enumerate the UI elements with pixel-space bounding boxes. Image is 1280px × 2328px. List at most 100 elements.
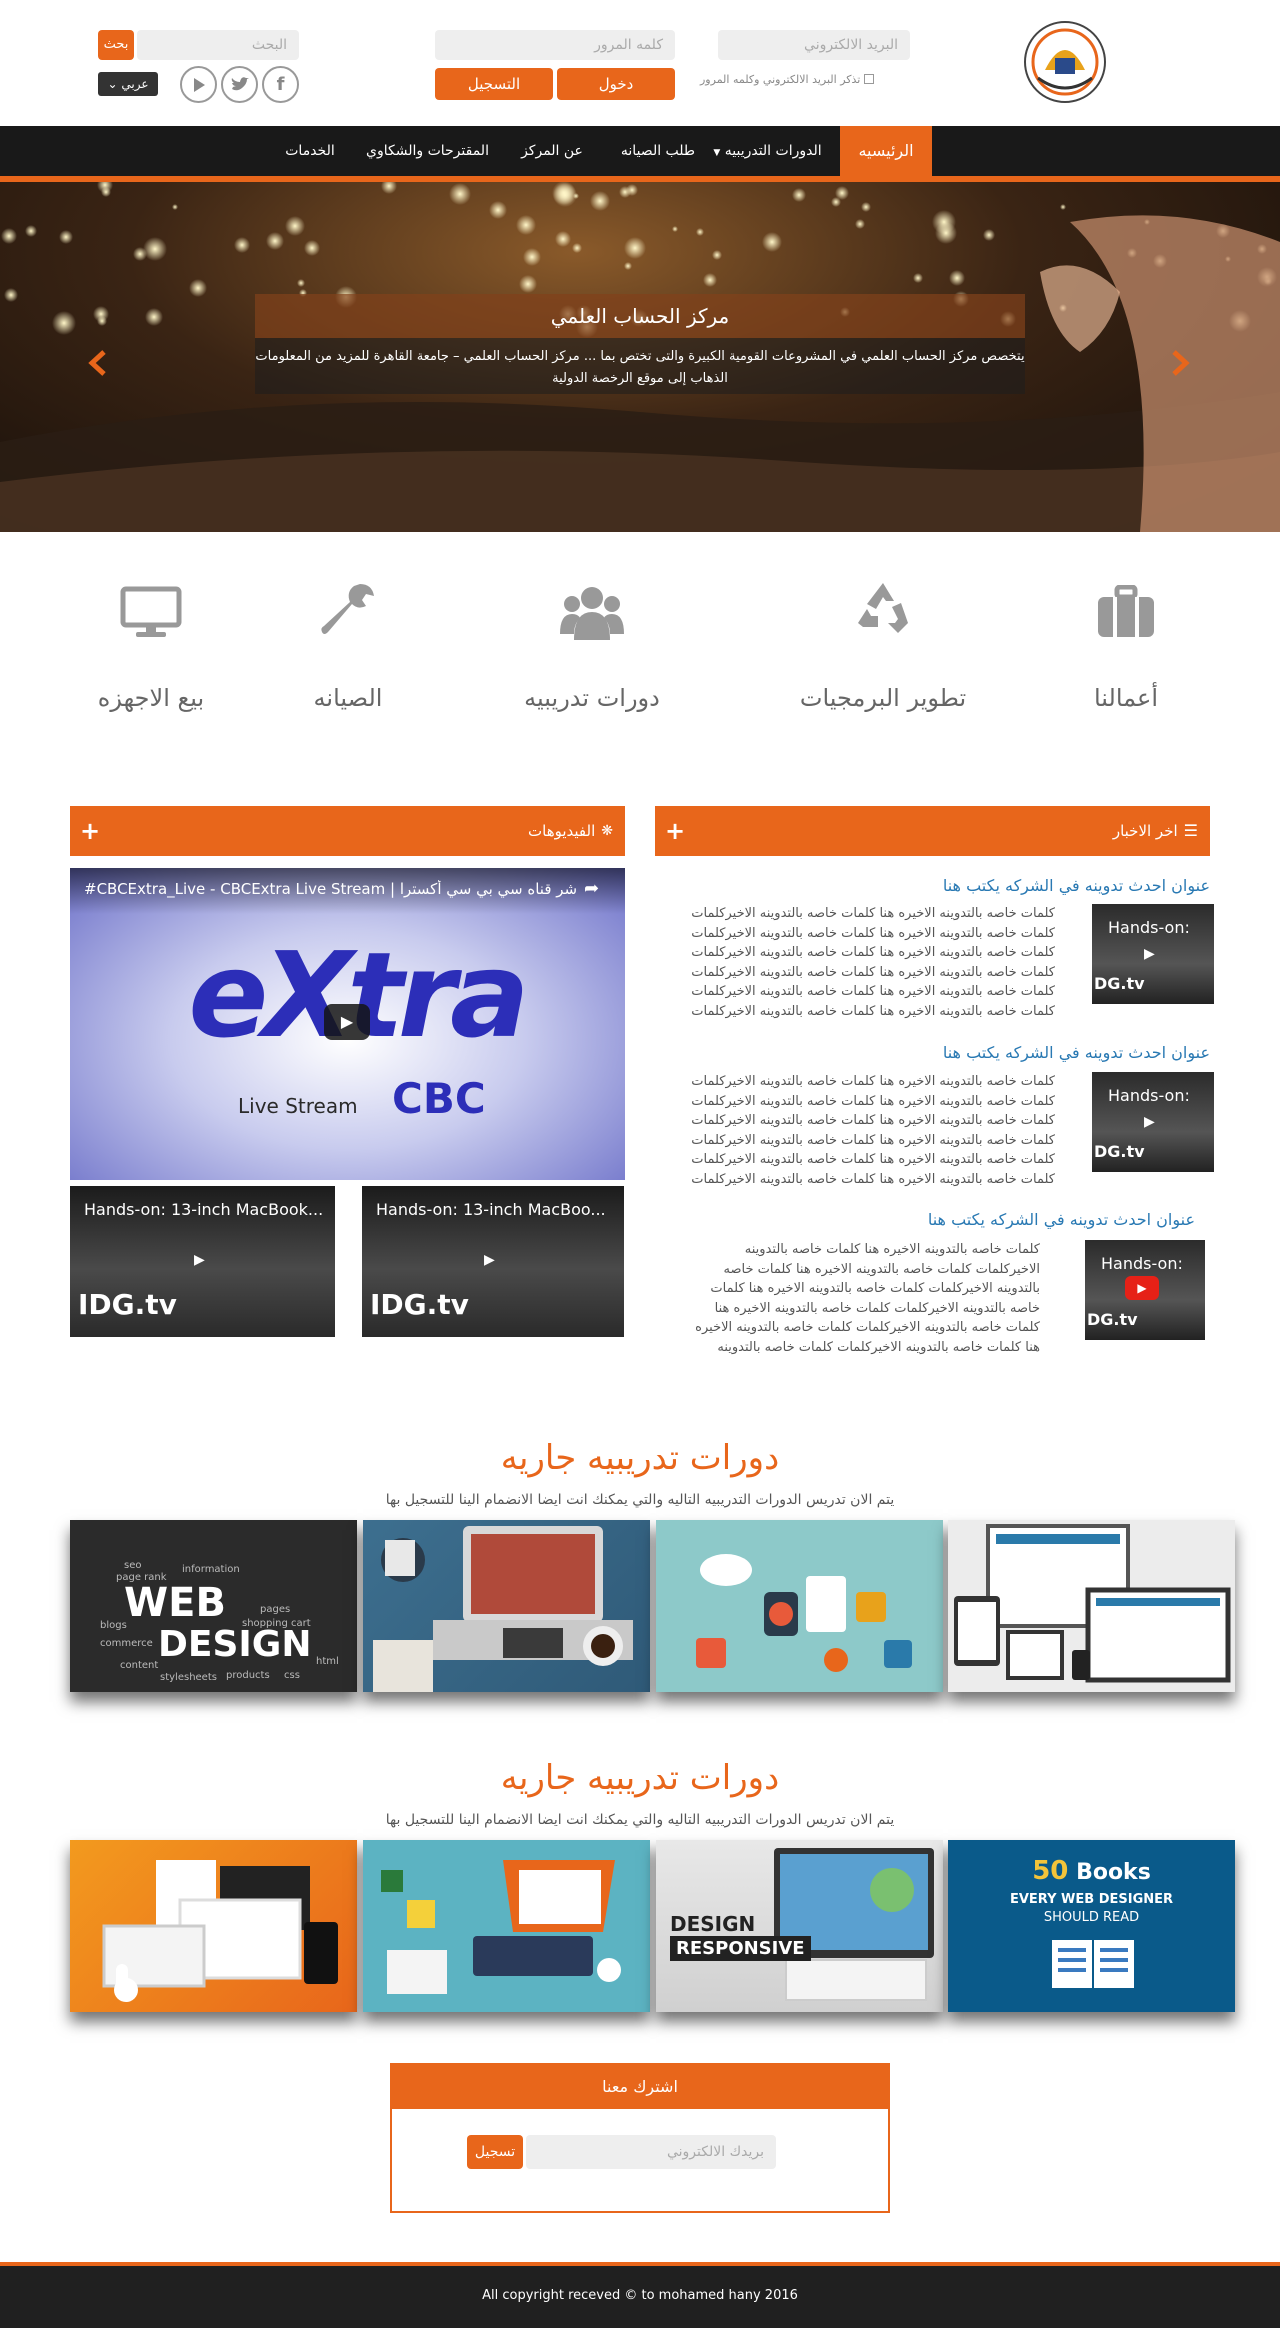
language-select[interactable]: ⌄ عربي: [98, 72, 158, 96]
nav-courses-label: الدورات التدريبيه: [724, 143, 822, 159]
videos-expand-plus-icon[interactable]: +: [80, 806, 100, 856]
course-web-design[interactable]: seo page rank information blogs pages co…: [70, 1520, 357, 1692]
courses-section-title: دورات تدريبيه جاريه: [500, 1438, 780, 1478]
wd-title-1: WEB: [124, 1580, 226, 1626]
hero-bokeh-light: [1060, 204, 1066, 210]
list-icon: ☰: [1183, 821, 1198, 840]
news-item-title[interactable]: عنوان احدث تدوينه في الشركه يكتب هنا: [655, 1210, 1195, 1229]
video-title: Hands-on: 13-inch MacBoo...: [376, 1200, 606, 1219]
youtube-play-icon: ▶: [1125, 1276, 1159, 1300]
thumb-label: Hands-on:: [1108, 1086, 1190, 1105]
login-button[interactable]: دخول: [557, 68, 675, 100]
news-item-text: كلمات خاصه بالتدوينه الاخيره هنا كلمات خ…: [691, 1074, 1055, 1187]
slider-prev-arrow[interactable]: [88, 350, 108, 376]
hero-bokeh-light: [619, 186, 631, 198]
recycle-icon[interactable]: [783, 568, 983, 648]
service-works[interactable]: أعمالنا: [1026, 684, 1226, 712]
course-laptop-workspace[interactable]: [363, 1520, 650, 1692]
nav-about[interactable]: عن المركز: [517, 126, 587, 176]
remember-me[interactable]: تذكر البريد الالكتروني وكلمه المرور: [700, 70, 910, 88]
slider-next-arrow[interactable]: [1170, 350, 1190, 376]
news-item-text: كلمات خاصه بالتدوينه الاخيره هنا كلمات خ…: [695, 1242, 1040, 1355]
hero-bokeh-light: [101, 187, 111, 197]
hero-bokeh-light: [52, 311, 76, 335]
hero-bokeh-light: [555, 231, 571, 247]
hero-title: مركز الحساب العلمي: [550, 304, 730, 328]
course-50-books[interactable]: 50 Books EVERY WEB DESIGNER SHOULD READ: [948, 1840, 1235, 2012]
hero-bokeh-light: [913, 273, 923, 283]
courses-section-subtitle: يتم الان تدريس الدورات التدريبيه التاليه…: [385, 1812, 895, 1828]
twitter-icon[interactable]: [221, 66, 258, 103]
course-design-responsive[interactable]: DESIGN RESPONSIVE: [656, 1840, 943, 2012]
wrench-icon[interactable]: [248, 570, 448, 650]
course-flat-icons[interactable]: [656, 1520, 943, 1692]
open-book-icon: [1052, 1940, 1134, 1988]
thumb-label: Hands-on:: [1108, 918, 1190, 937]
nav-suggestions[interactable]: المقترحات والشكاوي: [360, 126, 495, 176]
hero-bokeh-light: [572, 243, 582, 253]
thumb-play-icon: ▶: [1144, 1114, 1155, 1130]
video-title: Hands-on: 13-inch MacBook...: [84, 1200, 324, 1219]
nav-home[interactable]: الرئيسيه: [840, 126, 932, 176]
remember-checkbox[interactable]: [864, 74, 875, 84]
facebook-icon[interactable]: f: [262, 66, 299, 103]
youtube-icon[interactable]: [180, 66, 217, 103]
news-heading-label: اخر الاخبار: [1112, 822, 1178, 840]
hero-bokeh-light: [489, 201, 507, 219]
course-design-tools[interactable]: [363, 1840, 650, 2012]
site-logo[interactable]: [1020, 18, 1110, 104]
service-devices[interactable]: بيع الاجهزه: [51, 684, 251, 712]
cbc-logo: CBC: [392, 1074, 486, 1123]
footer-copyright: All copyright receved © to mohamed hany …: [482, 2288, 798, 2303]
subscribe-button[interactable]: تسجيل: [467, 2135, 523, 2169]
hero-bokeh-light: [381, 182, 397, 194]
news-item-thumbnail[interactable]: Hands-on: ▶ DG.tv: [1092, 1072, 1214, 1172]
search-button[interactable]: بحث: [98, 30, 134, 60]
subscribe-email-input[interactable]: بريدك الالكتروني: [526, 2135, 776, 2169]
service-maintenance[interactable]: الصيانه: [248, 684, 448, 712]
small-video-player[interactable]: Hands-on: 13-inch MacBook... ▶ IDG.tv: [70, 1186, 335, 1337]
hero-bokeh-light: [304, 240, 320, 256]
courses-section-subtitle: يتم الان تدريس الدورات التدريبيه التاليه…: [385, 1492, 895, 1508]
laptop-illustration: [373, 1526, 633, 1692]
news-item-title[interactable]: عنوان احدث تدوينه في الشركه يكتب هنا: [655, 876, 1210, 895]
video-title: #CBCExtra_Live - CBCExtra Live Stream | …: [84, 880, 578, 898]
briefcase-icon[interactable]: [1026, 572, 1226, 652]
news-item-thumbnail[interactable]: Hands-on: ▶ DG.tv: [1085, 1240, 1205, 1340]
hero-bokeh-light: [172, 204, 178, 210]
monitor-icon[interactable]: [51, 572, 251, 652]
password-field[interactable]: كلمه المرور: [435, 30, 675, 60]
register-button[interactable]: التسجيل: [435, 68, 553, 100]
hero-bokeh-light: [25, 225, 37, 237]
video-play-icon[interactable]: ▶: [324, 1004, 370, 1040]
nav-maintenance-request[interactable]: طلب الصيانه: [618, 126, 698, 176]
hero-bokeh-light: [703, 273, 717, 287]
design-label: DESIGN: [670, 1912, 756, 1936]
news-item-thumbnail[interactable]: Hands-on: ▶ DG.tv: [1092, 904, 1214, 1004]
service-training[interactable]: دورات تدريبيه: [492, 684, 692, 712]
courses-section-title: دورات تدريبيه جاريه: [500, 1758, 780, 1798]
search-input[interactable]: البحث: [137, 30, 299, 60]
hero-bokeh-light: [133, 247, 147, 261]
course-website-showcase[interactable]: [70, 1840, 357, 2012]
hero-bokeh-light: [949, 270, 965, 286]
email-field[interactable]: البريد الالكتروني: [718, 30, 910, 60]
nav-courses[interactable]: الدورات التدريبيه ▼: [705, 126, 830, 176]
hero-bokeh-light: [297, 279, 305, 287]
small-video-player[interactable]: Hands-on: 13-inch MacBoo... ▶ IDG.tv: [362, 1186, 624, 1337]
hero-bokeh-light: [552, 182, 576, 205]
news-expand-plus-icon[interactable]: +: [665, 806, 685, 856]
course-responsive-devices[interactable]: [948, 1520, 1235, 1692]
video-play-icon[interactable]: ▶: [484, 1252, 495, 1268]
video-logo: IDG.tv: [78, 1288, 177, 1321]
users-icon[interactable]: [492, 572, 692, 652]
hero-bokeh-light: [624, 262, 632, 270]
news-item-title[interactable]: عنوان احدث تدوينه في الشركه يكتب هنا: [655, 1043, 1210, 1062]
main-video-player[interactable]: #CBCExtra_Live - CBCExtra Live Stream | …: [70, 868, 625, 1180]
news-item-text: كلمات خاصه بالتدوينه الاخيره هنا كلمات خ…: [691, 906, 1055, 1019]
service-software[interactable]: تطوير البرمجيات: [783, 684, 983, 712]
video-play-icon[interactable]: ▶: [194, 1252, 205, 1268]
nav-services[interactable]: الخدمات: [280, 126, 340, 176]
hero-bokeh-light: [983, 229, 995, 241]
share-icon[interactable]: ➦: [584, 878, 599, 899]
